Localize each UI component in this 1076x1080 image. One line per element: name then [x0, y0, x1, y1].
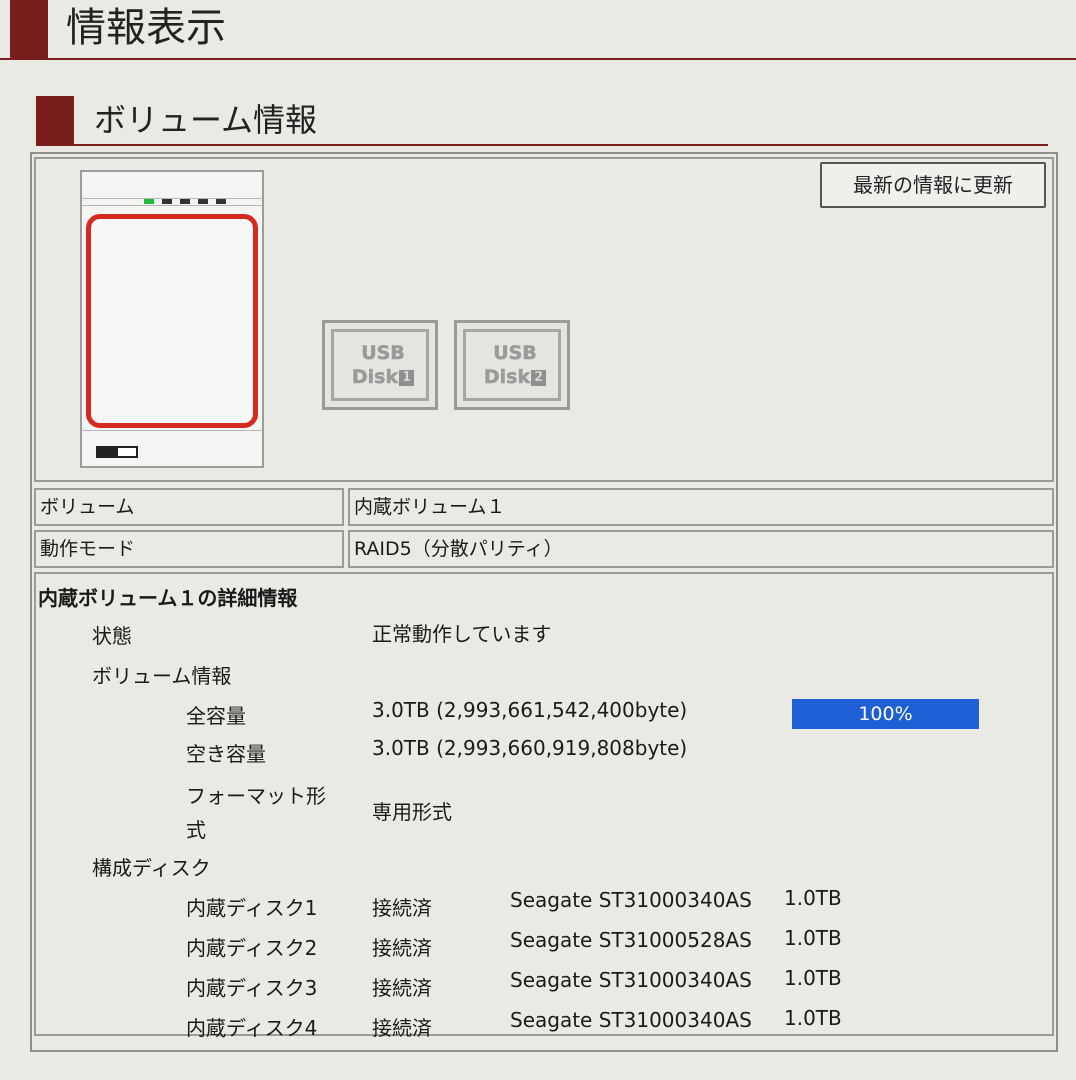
- usb-disk-frame: USB Disk 2: [463, 329, 561, 401]
- disk-size: 1.0TB: [784, 1006, 842, 1030]
- disk-model: Seagate ST31000528AS: [510, 928, 752, 952]
- volume-label: ボリューム: [34, 488, 344, 526]
- disk-led-icon: [180, 199, 190, 204]
- section-title: ボリューム情報: [94, 101, 318, 139]
- usb-disk-label: USB: [493, 342, 537, 365]
- volume-info-label: ボリューム情報: [92, 664, 232, 688]
- total-capacity-label: 全容量: [186, 704, 246, 728]
- disk-name: 内蔵ディスク1: [186, 896, 318, 920]
- power-switch-icon: [96, 446, 138, 458]
- nas-device-image: [80, 170, 264, 468]
- refresh-button[interactable]: 最新の情報に更新: [820, 162, 1046, 208]
- usage-progress-bar: 100%: [792, 699, 979, 729]
- nas-bottom-line: [82, 430, 262, 431]
- usage-progress-label: 100%: [858, 703, 913, 725]
- detail-title: 内蔵ボリューム１の詳細情報: [38, 586, 298, 610]
- format-label-line2: 式: [186, 818, 206, 842]
- usb-disk-2-icon[interactable]: USB Disk 2: [454, 320, 570, 410]
- disk-model: Seagate ST31000340AS: [510, 968, 752, 992]
- usb-disk-number: 1: [399, 370, 415, 386]
- status-led-icon: [144, 199, 154, 204]
- status-label: 状態: [92, 624, 132, 648]
- disk-status: 接続済: [372, 976, 432, 1000]
- disk-led-icon: [198, 199, 208, 204]
- usb-disk-number: 2: [531, 370, 547, 386]
- free-capacity-label: 空き容量: [186, 742, 266, 766]
- usb-disk-word: Disk: [483, 366, 531, 389]
- disk-led-icon: [162, 199, 172, 204]
- usb-disk-frame: USB Disk 1: [331, 329, 429, 401]
- total-capacity-value: 3.0TB (2,993,661,542,400byte): [372, 698, 688, 722]
- disk-size: 1.0TB: [784, 966, 842, 990]
- mode-value: RAID5（分散パリティ）: [348, 530, 1054, 568]
- section-accent-mark: [36, 96, 74, 144]
- internal-volume-bay[interactable]: [86, 214, 258, 428]
- disk-size: 1.0TB: [784, 926, 842, 950]
- usb-disk-word: Disk: [351, 366, 399, 389]
- disk-status: 接続済: [372, 1016, 432, 1040]
- page-header: 情報表示: [0, 0, 1076, 60]
- header-accent-mark: [10, 0, 48, 58]
- mode-row: 動作モード RAID5（分散パリティ）: [34, 530, 1054, 568]
- disk-model: Seagate ST31000340AS: [510, 888, 752, 912]
- free-capacity-value: 3.0TB (2,993,660,919,808byte): [372, 736, 688, 760]
- disk-model: Seagate ST31000340AS: [510, 1008, 752, 1032]
- disk-name: 内蔵ディスク3: [186, 976, 318, 1000]
- mode-label: 動作モード: [34, 530, 344, 568]
- disk-led-icon: [216, 199, 226, 204]
- disk-size: 1.0TB: [784, 886, 842, 910]
- status-value: 正常動作しています: [372, 622, 552, 646]
- page-title: 情報表示: [66, 5, 226, 51]
- format-label-line1: フォーマット形: [186, 784, 326, 808]
- volume-value: 内蔵ボリューム１: [348, 488, 1054, 526]
- section-header: ボリューム情報: [36, 96, 1048, 146]
- disk-status: 接続済: [372, 896, 432, 920]
- nas-top-strip: [82, 198, 262, 206]
- usb-disk-sublabel: Disk 2: [466, 366, 564, 388]
- usb-disk-label: USB: [361, 342, 405, 365]
- disk-name: 内蔵ディスク2: [186, 936, 318, 960]
- usb-disk-1-icon[interactable]: USB Disk 1: [322, 320, 438, 410]
- volume-row: ボリューム 内蔵ボリューム１: [34, 488, 1054, 526]
- disk-status: 接続済: [372, 936, 432, 960]
- member-disks-label: 構成ディスク: [92, 856, 211, 880]
- format-value: 専用形式: [372, 800, 452, 824]
- usb-disk-sublabel: Disk 1: [334, 366, 432, 388]
- disk-name: 内蔵ディスク4: [186, 1016, 318, 1040]
